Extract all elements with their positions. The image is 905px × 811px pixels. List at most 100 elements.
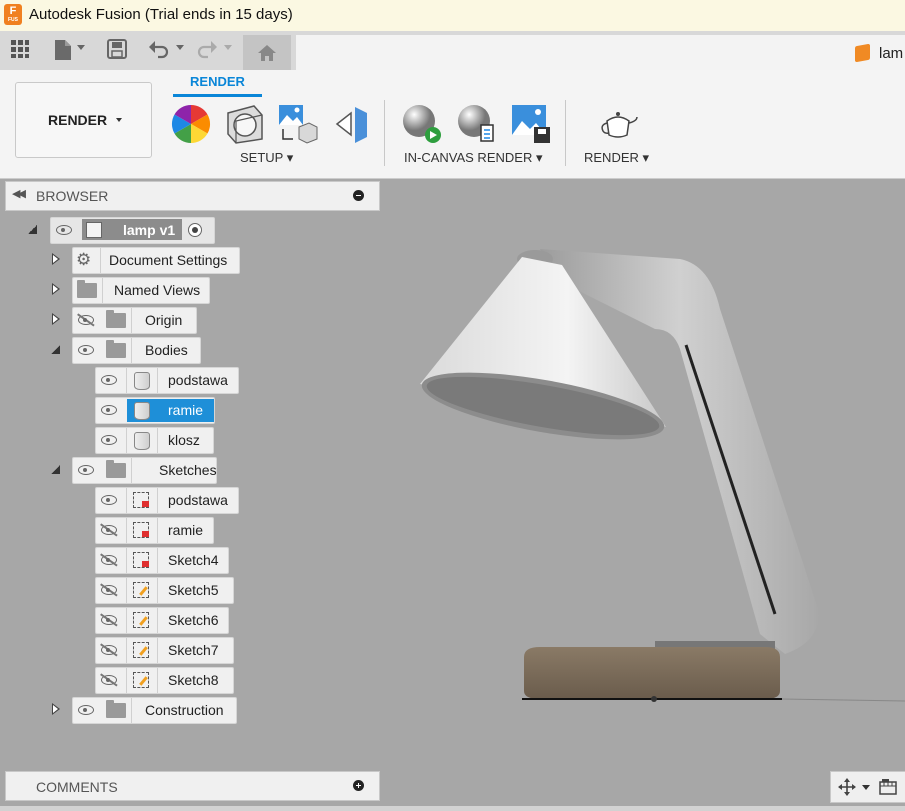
tree-node-pill[interactable]: Sketch6 bbox=[95, 607, 229, 634]
root-component-pill[interactable]: lamp v1 bbox=[50, 217, 215, 244]
design-canvas[interactable] bbox=[380, 179, 905, 769]
body-icon bbox=[134, 432, 150, 450]
tree-node-origin[interactable]: Origin bbox=[50, 307, 350, 334]
undo-caret-icon[interactable] bbox=[176, 45, 184, 50]
tree-node-sketch6[interactable]: Sketch6 bbox=[95, 607, 295, 634]
tree-node-sketch5[interactable]: Sketch5 bbox=[95, 577, 295, 604]
document-cube-icon bbox=[855, 43, 870, 63]
minimize-panel-icon[interactable] bbox=[353, 190, 364, 201]
add-comment-icon[interactable] bbox=[353, 780, 364, 791]
tab-render[interactable]: RENDER bbox=[173, 74, 262, 89]
tree-node-sketch8[interactable]: Sketch8 bbox=[95, 667, 295, 694]
visibility-eye-icon[interactable] bbox=[101, 405, 117, 415]
tree-node-sketches[interactable]: Sketches bbox=[50, 457, 350, 484]
tree-node-sketch4[interactable]: Sketch4 bbox=[95, 547, 295, 574]
hidden-eye-icon[interactable] bbox=[101, 525, 117, 535]
lamp-base[interactable] bbox=[522, 641, 905, 702]
visibility-eye-icon[interactable] bbox=[56, 225, 72, 235]
visibility-eye-icon[interactable] bbox=[78, 345, 94, 355]
expand-arrow-icon[interactable] bbox=[52, 283, 60, 295]
redo-caret-icon[interactable] bbox=[224, 45, 232, 50]
undo-icon[interactable] bbox=[148, 39, 170, 61]
file-menu-icon[interactable] bbox=[52, 39, 74, 61]
tree-node-pill[interactable]: ramie bbox=[95, 397, 215, 424]
save-icon[interactable] bbox=[106, 39, 128, 61]
visibility-eye-icon[interactable] bbox=[101, 495, 117, 505]
tree-node-sketch-ramie[interactable]: ramie bbox=[95, 517, 295, 544]
orbit-pan-icon[interactable] bbox=[837, 778, 857, 796]
collapse-panel-icon[interactable]: ◀◀ bbox=[12, 187, 26, 200]
tree-node-bodies[interactable]: Bodies bbox=[50, 337, 350, 364]
orbit-caret-icon[interactable] bbox=[862, 785, 870, 790]
expand-arrow-icon[interactable] bbox=[52, 703, 60, 715]
render-teapot-tool-icon[interactable] bbox=[597, 103, 639, 145]
expand-arrow-icon[interactable] bbox=[52, 313, 60, 325]
tree-node-sketch-podstawa[interactable]: podstawa bbox=[95, 487, 295, 514]
tree-node-pill[interactable]: ramie bbox=[95, 517, 214, 544]
tree-node-pill[interactable]: Bodies bbox=[72, 337, 201, 364]
sketch-locked-icon bbox=[133, 522, 149, 538]
scene-settings-tool-icon[interactable] bbox=[277, 103, 319, 145]
setup-group-label[interactable]: SETUP ▾ bbox=[240, 150, 293, 166]
tree-node-construction[interactable]: Construction bbox=[50, 697, 350, 724]
render-group-label[interactable]: RENDER ▾ bbox=[584, 150, 649, 166]
hidden-eye-icon[interactable] bbox=[101, 585, 117, 595]
divider bbox=[157, 368, 158, 393]
in-canvas-render-settings-tool-icon[interactable] bbox=[455, 103, 497, 145]
tree-node-pill[interactable]: Sketch5 bbox=[95, 577, 234, 604]
expand-arrow-icon[interactable] bbox=[51, 345, 60, 354]
hidden-eye-icon[interactable] bbox=[101, 555, 117, 565]
tree-node-pill[interactable]: Sketch4 bbox=[95, 547, 229, 574]
expand-arrow-icon[interactable] bbox=[28, 225, 37, 234]
tree-node-pill[interactable]: Construction bbox=[72, 697, 237, 724]
tree-node-body-ramie[interactable]: ramie bbox=[95, 397, 295, 424]
divider bbox=[157, 638, 158, 663]
in-canvas-render-group-label[interactable]: IN-CANVAS RENDER ▾ bbox=[404, 150, 542, 166]
divider bbox=[131, 458, 132, 483]
visibility-eye-icon[interactable] bbox=[101, 375, 117, 385]
divider bbox=[126, 518, 127, 543]
visibility-eye-icon[interactable] bbox=[78, 705, 94, 715]
hidden-eye-icon[interactable] bbox=[101, 645, 117, 655]
browser-panel-header[interactable]: ◀◀ BROWSER bbox=[5, 181, 380, 211]
document-tab[interactable]: lam bbox=[296, 35, 905, 70]
divider bbox=[157, 668, 158, 693]
view-camera-icon[interactable] bbox=[879, 779, 897, 795]
tree-node-pill[interactable]: Sketch7 bbox=[95, 637, 234, 664]
tree-node-pill[interactable]: ⚙ Document Settings bbox=[72, 247, 240, 274]
workspace-switcher-button[interactable]: RENDER bbox=[15, 82, 152, 158]
activate-radio-icon[interactable] bbox=[188, 223, 202, 237]
tree-node-pill[interactable]: Origin bbox=[72, 307, 197, 334]
comments-panel-header[interactable]: COMMENTS bbox=[5, 771, 380, 801]
expand-arrow-icon[interactable] bbox=[52, 253, 60, 265]
tree-node-pill[interactable]: klosz bbox=[95, 427, 214, 454]
tree-node-document-settings[interactable]: ⚙ Document Settings bbox=[50, 247, 350, 274]
home-tab[interactable] bbox=[243, 35, 291, 70]
texture-map-tool-icon[interactable] bbox=[333, 103, 375, 145]
redo-icon[interactable] bbox=[196, 39, 218, 61]
tree-node-pill[interactable]: Sketch8 bbox=[95, 667, 234, 694]
tree-node-pill[interactable]: Sketches bbox=[72, 457, 217, 484]
hidden-eye-icon[interactable] bbox=[78, 315, 94, 325]
tree-node-pill[interactable]: Named Views bbox=[72, 277, 210, 304]
file-menu-caret-icon[interactable] bbox=[77, 45, 85, 50]
physical-material-tool-icon[interactable] bbox=[224, 103, 266, 145]
tree-node-body-klosz[interactable]: klosz bbox=[95, 427, 295, 454]
expand-arrow-icon[interactable] bbox=[51, 465, 60, 474]
hidden-eye-icon[interactable] bbox=[101, 615, 117, 625]
tree-node-named-views[interactable]: Named Views bbox=[50, 277, 350, 304]
capture-image-tool-icon[interactable] bbox=[510, 103, 552, 145]
active-tab-indicator bbox=[173, 94, 262, 97]
tree-node-pill[interactable]: podstawa bbox=[95, 487, 239, 514]
visibility-eye-icon[interactable] bbox=[78, 465, 94, 475]
in-canvas-render-tool-icon[interactable] bbox=[400, 103, 442, 145]
hidden-eye-icon[interactable] bbox=[101, 675, 117, 685]
tree-node-pill[interactable]: podstawa bbox=[95, 367, 239, 394]
appearance-tool-icon[interactable] bbox=[170, 103, 212, 145]
tree-node-body-podstawa[interactable]: podstawa bbox=[95, 367, 295, 394]
tree-node-sketch7[interactable]: Sketch7 bbox=[95, 637, 295, 664]
divider bbox=[126, 608, 127, 633]
visibility-eye-icon[interactable] bbox=[101, 435, 117, 445]
data-panel-grid-icon[interactable] bbox=[9, 39, 31, 61]
tree-root-lamp[interactable]: lamp v1 bbox=[28, 217, 328, 244]
